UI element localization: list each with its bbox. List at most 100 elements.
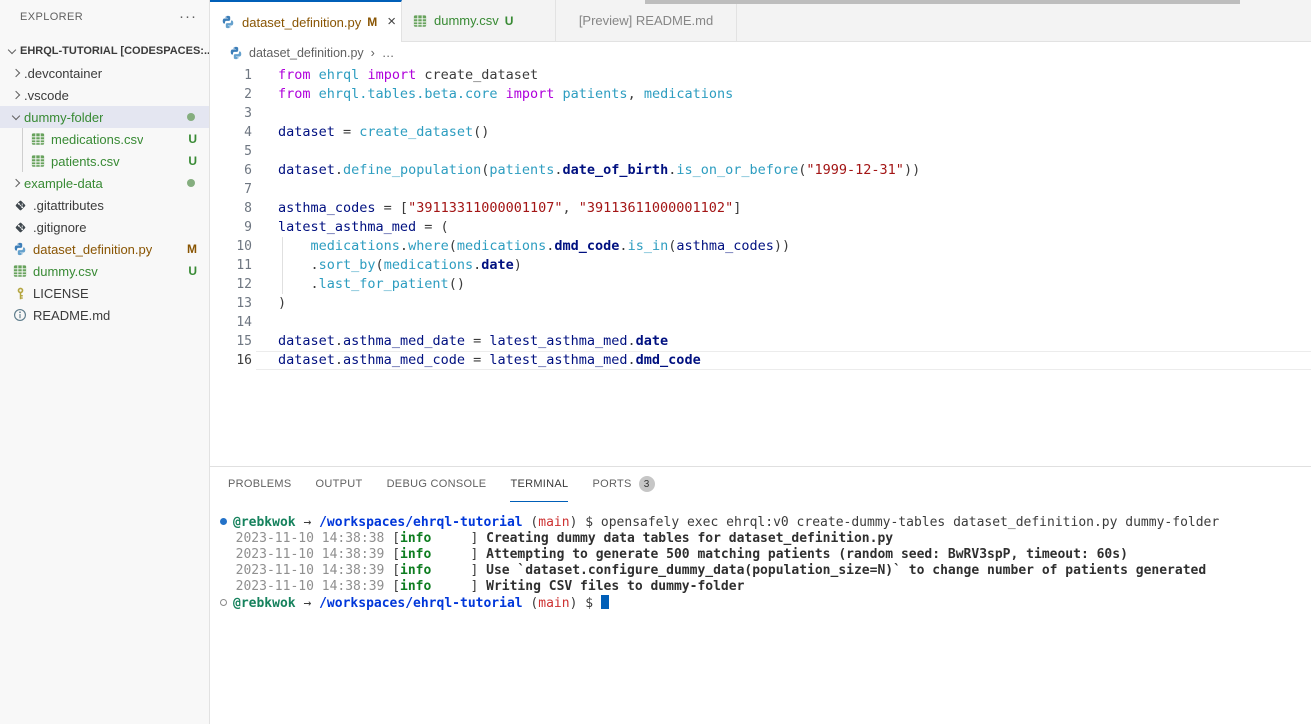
code-text [252, 180, 278, 199]
terminal-branch: main [538, 596, 569, 611]
terminal-text: [ [392, 563, 400, 578]
chevron-down-icon[interactable] [8, 106, 24, 128]
tree-item-dummy.csv[interactable]: dummy.csv U [0, 260, 209, 282]
explorer-sidebar: EXPLORER ··· EHRQL-TUTORIAL [CODESPACES:… [0, 0, 210, 724]
editor-tabs: dataset_definition.pyM×dummy.csvU[Previe… [210, 0, 1311, 42]
line-number: 2 [210, 85, 252, 104]
code-text: .last_for_patient() [252, 275, 465, 294]
code-line: 5 [210, 142, 1311, 161]
ports-count-badge: 3 [639, 476, 655, 492]
git-icon [12, 197, 28, 213]
git-changes-dot-icon [187, 179, 195, 187]
explorer-title: EXPLORER [20, 11, 83, 23]
tree-item-label: .devcontainer [24, 66, 102, 81]
terminal-text: ) $ [570, 596, 601, 611]
code-line: 3 [210, 104, 1311, 123]
python-icon [12, 241, 28, 257]
git-status-badge: U [188, 154, 209, 168]
tree-item-dummy-folder[interactable]: dummy-folder [0, 106, 209, 128]
panel-tab-ports[interactable]: PORTS 3 [592, 467, 654, 502]
panel-tab-output[interactable]: OUTPUT [316, 467, 363, 502]
panel-tab-label: PORTS [592, 478, 631, 490]
git-status-badge: M [187, 242, 209, 256]
tree-item-README.md[interactable]: README.md [0, 304, 209, 326]
tree-item-dataset_definition.py[interactable]: dataset_definition.pyM [0, 238, 209, 260]
code-line: 10 medications.where(medications.dmd_cod… [210, 237, 1311, 256]
log-message: Creating dummy data tables for dataset_d… [486, 531, 893, 546]
tree-item-.gitignore[interactable]: .gitignore [0, 216, 209, 238]
code-line: 11 .sort_by(medications.date) [210, 256, 1311, 275]
terminal[interactable]: @rebkwok → /workspaces/ehrql-tutorial (m… [210, 502, 1311, 611]
more-actions-icon[interactable]: ··· [179, 12, 197, 22]
code-text [252, 313, 278, 332]
chevron-right-icon[interactable] [8, 62, 24, 84]
chevron-right-icon[interactable] [8, 172, 24, 194]
code-line: 7 [210, 180, 1311, 199]
terminal-text: ] [431, 547, 486, 562]
panel-tab-problems[interactable]: PROBLEMS [228, 467, 292, 502]
close-icon[interactable]: × [387, 16, 396, 28]
breadcrumb-more[interactable]: … [382, 46, 395, 60]
tree-item-label: LICENSE [33, 286, 89, 301]
breadcrumb: dataset_definition.py › … [210, 42, 1311, 64]
tree-item-LICENSE[interactable]: LICENSE [0, 282, 209, 304]
tab-label: dummy.csv [434, 13, 499, 28]
csv-icon [412, 13, 428, 29]
tab-dataset-definition.py[interactable]: dataset_definition.pyM× [210, 0, 402, 42]
tree-item-.devcontainer[interactable]: .devcontainer [0, 62, 209, 84]
terminal-text: [ [392, 531, 400, 546]
vscode-window: EXPLORER ··· EHRQL-TUTORIAL [CODESPACES:… [0, 0, 1311, 724]
tab-label: dataset_definition.py [242, 15, 361, 30]
code-editor[interactable]: 1from ehrql import create_dataset2from e… [210, 64, 1311, 466]
tab--preview-readme.md[interactable]: [Preview] README.md [556, 0, 737, 41]
log-level: info [400, 563, 431, 578]
panel-tab-label: PROBLEMS [228, 478, 292, 490]
log-timestamp: 2023-11-10 14:38:38 [220, 531, 392, 546]
file-tree: .devcontainer .vscodedummy-foldermedicati… [0, 62, 209, 326]
code-text: from ehrql.tables.beta.core import patie… [252, 85, 733, 104]
tree-item-label: dummy.csv [33, 264, 98, 279]
tree-item-label: .gitignore [33, 220, 86, 235]
terminal-text: ] [431, 579, 486, 594]
tree-item-patients.csv[interactable]: patients.csvU [0, 150, 209, 172]
line-number: 11 [210, 256, 252, 275]
terminal-text: ( [523, 596, 539, 611]
breadcrumb-file[interactable]: dataset_definition.py [249, 46, 364, 60]
tab-scrollbar-thumb[interactable] [645, 0, 1240, 4]
arrow-icon: → [296, 515, 319, 530]
command-success-icon [220, 518, 227, 525]
panel-tab-debug-console[interactable]: DEBUG CONSOLE [387, 467, 487, 502]
code-text: latest_asthma_med = ( [252, 218, 449, 237]
git-changes-dot-icon [187, 113, 195, 121]
command-pending-icon [220, 599, 227, 606]
code-line: 8asthma_codes = ["39113311000001107", "3… [210, 199, 1311, 218]
code-line: 13) [210, 294, 1311, 313]
tree-item-example-data[interactable]: example-data [0, 172, 209, 194]
terminal-user: @rebkwok [233, 596, 296, 611]
tree-item-medications.csv[interactable]: medications.csvU [0, 128, 209, 150]
tree-item-label: example-data [24, 176, 103, 191]
panel-tab-terminal[interactable]: TERMINAL [510, 467, 568, 502]
tree-item-.vscode[interactable]: .vscode [0, 84, 209, 106]
chevron-down-icon[interactable] [4, 40, 20, 62]
panel-tab-label: TERMINAL [510, 478, 568, 490]
tree-item-label: .gitattributes [33, 198, 104, 213]
code-line: 4dataset = create_dataset() [210, 123, 1311, 142]
project-root-row[interactable]: EHRQL-TUTORIAL [CODESPACES:... [0, 40, 209, 62]
terminal-text: ) $ [570, 515, 601, 530]
terminal-text: ] [431, 531, 486, 546]
code-line: 6dataset.define_population(patients.date… [210, 161, 1311, 180]
code-text: ) [252, 294, 286, 313]
chevron-right-icon[interactable] [8, 84, 24, 106]
tree-item-.gitattributes[interactable]: .gitattributes [0, 194, 209, 216]
log-timestamp: 2023-11-10 14:38:39 [220, 563, 392, 578]
terminal-path: /workspaces/ehrql-tutorial [319, 515, 523, 530]
git-status-badge: U [188, 264, 209, 278]
indent-guide [282, 237, 283, 294]
line-number: 7 [210, 180, 252, 199]
line-number: 4 [210, 123, 252, 142]
python-icon [220, 14, 236, 30]
code-line: 15dataset.asthma_med_date = latest_asthm… [210, 332, 1311, 351]
arrow-icon: → [296, 596, 319, 611]
tab-dummy.csv[interactable]: dummy.csvU [402, 0, 556, 41]
